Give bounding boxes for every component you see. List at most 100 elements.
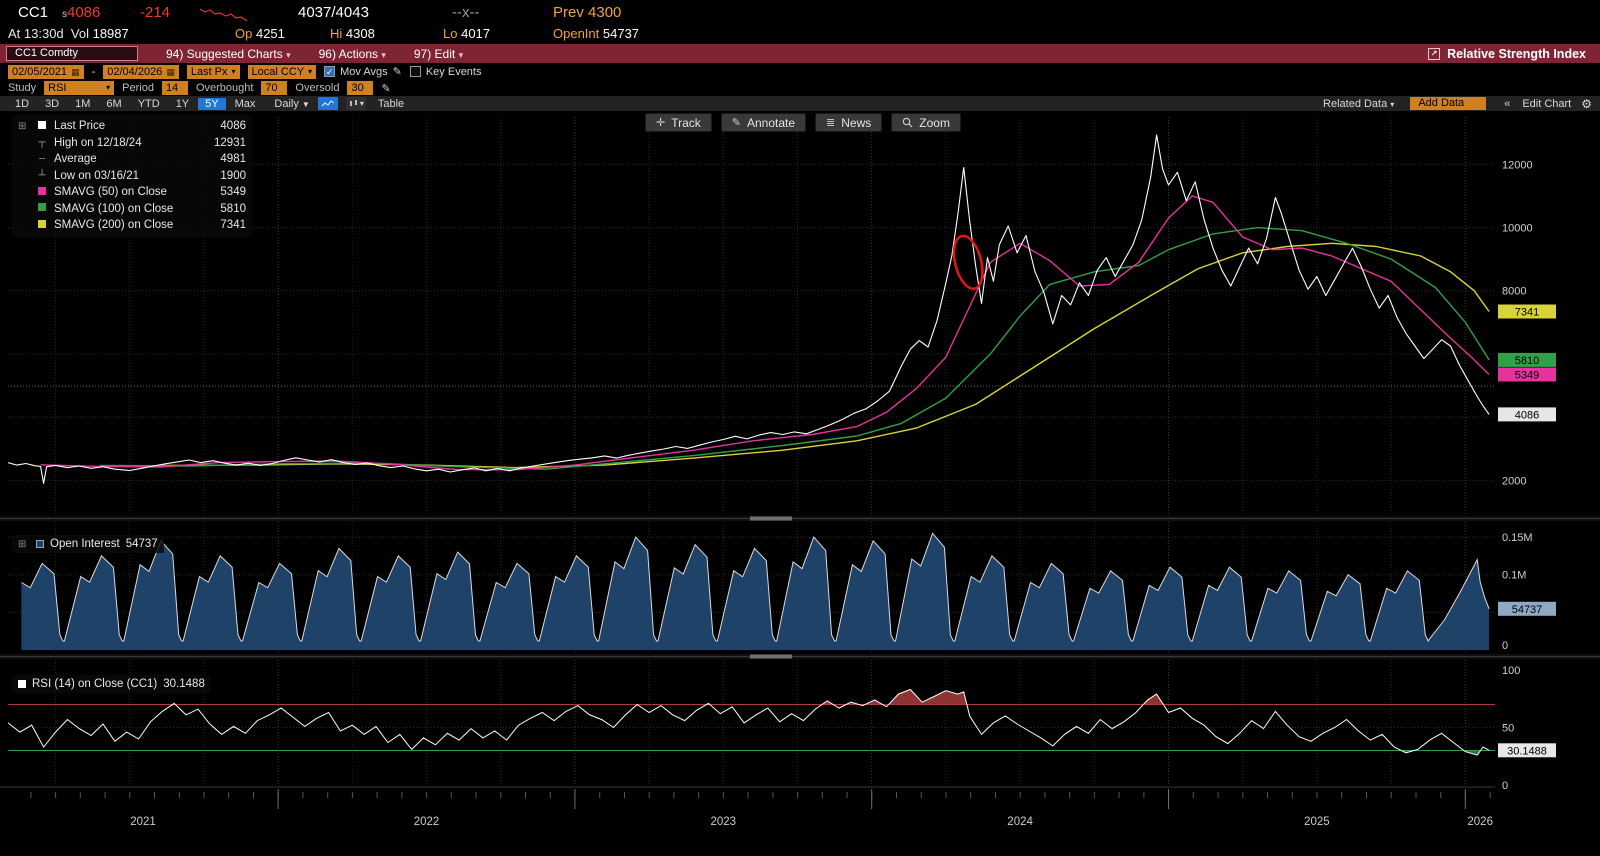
date-to-field[interactable]: 02/04/2026 ▦	[103, 64, 179, 79]
bid-ask-size: --x--	[452, 4, 480, 21]
period-input[interactable]: 14	[161, 81, 188, 95]
track-button[interactable]: ✛ Track	[645, 113, 712, 132]
svg-text:8000: 8000	[1502, 286, 1526, 298]
study-label: Study	[8, 82, 37, 94]
edit-pencil-icon[interactable]: ✎	[393, 65, 402, 78]
table-button[interactable]: Table	[378, 98, 404, 110]
news-lines-icon: ≣	[826, 117, 836, 129]
panel-resize-handle[interactable]	[750, 516, 792, 521]
menu-actions[interactable]: 96) Actions ▾	[319, 47, 386, 61]
svg-text:7341: 7341	[1515, 307, 1539, 319]
svg-text:0.15M: 0.15M	[1502, 532, 1533, 544]
chevron-down-icon: ▾	[359, 99, 364, 108]
svg-text:2025: 2025	[1304, 816, 1330, 828]
mov-avgs-checkbox[interactable]: ✓	[324, 66, 336, 77]
prev-close: Prev 4300	[553, 4, 622, 21]
sma-line	[40, 195, 1490, 471]
svg-text:0: 0	[1502, 780, 1508, 792]
zoom-button[interactable]: Zoom	[891, 113, 961, 132]
key-events-checkbox[interactable]	[409, 66, 421, 77]
svg-text:30.1488: 30.1488	[1507, 745, 1547, 757]
study-dropdown[interactable]: RSI ▾	[44, 81, 115, 95]
chart-region[interactable]: 12000 10000 8000 2000 7341 5810 5349 4086 0 0.1M 0…	[0, 111, 1600, 856]
function-title: ↗ Relative Strength Index	[1428, 47, 1594, 61]
frequency-dropdown[interactable]: Daily ▼	[274, 98, 309, 110]
line-chart-type-button[interactable]	[317, 97, 338, 110]
average-line-icon: ┄	[38, 153, 46, 165]
open-interest-legend[interactable]: ⊞ Open Interest 54737	[12, 535, 164, 553]
security-field[interactable]: CC1 Comdty	[6, 46, 138, 61]
period-label: Period	[122, 82, 154, 94]
edit-chart-button[interactable]: Edit Chart	[1522, 98, 1571, 110]
overbought-label: Overbought	[195, 82, 254, 94]
external-link-icon[interactable]: ↗	[1428, 47, 1441, 60]
svg-text:5810: 5810	[1515, 355, 1539, 367]
ticker: CC1	[18, 4, 49, 21]
svg-text:100: 100	[1502, 665, 1520, 677]
panel-resize-handle[interactable]	[750, 654, 792, 659]
rsi-legend[interactable]: RSI (14) on Close (CC1) 30.1488	[12, 675, 211, 693]
legend-row-smavg100[interactable]: SMAVG (100) on Close 5810	[18, 201, 246, 218]
annotation-ellipse	[952, 234, 984, 290]
expand-icon[interactable]: ⊞	[18, 539, 30, 550]
range-tab-6m[interactable]: 6M	[99, 98, 128, 110]
svg-text:2024: 2024	[1007, 816, 1033, 828]
main-chart-legend: ⊞ Last Price 4086 ┬ High on 12/18/24 129…	[12, 115, 252, 237]
range-tab-max[interactable]: Max	[228, 98, 263, 110]
date-from-field[interactable]: 02/05/2021 ▦	[8, 64, 84, 79]
chevron-down-icon: ▼	[301, 99, 310, 109]
track-crosshair-icon: ✛	[656, 117, 666, 129]
svg-text:2026: 2026	[1467, 816, 1493, 828]
news-button[interactable]: ≣ News	[815, 113, 883, 132]
svg-text:0.1M: 0.1M	[1502, 570, 1526, 582]
expand-icon[interactable]: ⊞	[18, 121, 30, 132]
zoom-magnifier-icon	[902, 117, 913, 128]
last-price-swatch	[38, 120, 46, 129]
legend-row-average[interactable]: ┄ Average 4981	[18, 151, 246, 168]
svg-text:50: 50	[1502, 723, 1514, 735]
range-tab-5y[interactable]: 5Y	[198, 97, 226, 110]
candle-chart-type-button[interactable]: ▾	[345, 97, 366, 110]
sma-line	[99, 226, 1490, 470]
chevron-down-icon: ▾	[381, 49, 386, 60]
intraday-sparkline	[200, 8, 248, 22]
related-data-dropdown[interactable]: Related Data ▾	[1323, 98, 1394, 110]
svg-text:2000: 2000	[1502, 475, 1526, 487]
collapse-icon[interactable]: «	[1504, 98, 1510, 110]
open-price: Op 4251	[235, 26, 285, 41]
overbought-input[interactable]: 70	[261, 81, 288, 95]
legend-row-smavg200[interactable]: SMAVG (200) on Close 7341	[18, 217, 246, 234]
chart-tool-buttons: ✛ Track ✎ Annotate ≣ News Zoom	[645, 113, 961, 132]
last-price: s4086	[62, 4, 101, 21]
currency-dropdown[interactable]: Local CCY ▾	[247, 64, 317, 79]
menu-suggested-charts[interactable]: 94) Suggested Charts ▾	[166, 47, 291, 61]
range-tab-1m[interactable]: 1M	[68, 98, 97, 110]
date-range-dash: -	[91, 65, 96, 78]
chevron-down-icon: ▾	[308, 66, 313, 76]
legend-row-smavg50[interactable]: SMAVG (50) on Close 5349	[18, 184, 246, 201]
price-type-dropdown[interactable]: Last Px ▾	[186, 64, 240, 79]
oversold-label: Oversold	[295, 82, 340, 94]
date-settings-row: 02/05/2021 ▦ - 02/04/2026 ▦ Last Px ▾ Local…	[0, 63, 1600, 80]
range-tab-3d[interactable]: 3D	[38, 98, 66, 110]
legend-row-last-price[interactable]: ⊞ Last Price 4086	[18, 118, 246, 135]
svg-text:2021: 2021	[130, 816, 156, 828]
edit-pencil-icon[interactable]: ✎	[381, 82, 390, 95]
gear-icon[interactable]: ⚙	[1581, 97, 1592, 111]
legend-row-high[interactable]: ┬ High on 12/18/24 12931	[18, 135, 246, 152]
low-price: Lo 4017	[443, 26, 491, 41]
chevron-down-icon: ▾	[106, 83, 111, 92]
smavg50-swatch	[38, 186, 46, 195]
legend-row-low[interactable]: ┴ Low on 03/16/21 1900	[18, 168, 246, 185]
range-tab-ytd[interactable]: YTD	[131, 98, 167, 110]
annotate-pencil-icon: ✎	[731, 117, 741, 129]
svg-text:5349: 5349	[1515, 370, 1539, 382]
range-tab-1d[interactable]: 1D	[8, 98, 36, 110]
add-data-button[interactable]: Add Data	[1410, 97, 1487, 110]
annotate-button[interactable]: ✎ Annotate	[720, 113, 807, 132]
chevron-down-icon: ▾	[286, 49, 291, 60]
menu-edit[interactable]: 97) Edit ▾	[414, 47, 463, 61]
range-tab-1y[interactable]: 1Y	[169, 98, 196, 110]
bid-ask: 4037/4043	[298, 4, 369, 21]
oversold-input[interactable]: 30	[347, 81, 374, 95]
